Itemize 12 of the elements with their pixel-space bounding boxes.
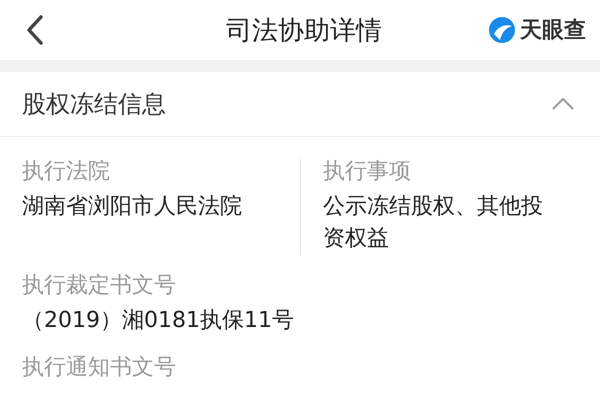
- logo-text: 天眼查: [520, 17, 586, 45]
- chevron-icon: [552, 98, 574, 110]
- back-icon: [26, 14, 44, 46]
- field-label: 执行法院: [22, 159, 111, 185]
- page-title: 司法协助详情: [226, 14, 382, 48]
- field-label: 执行通知书文号: [22, 355, 177, 381]
- field-label: 执行裁定书文号: [22, 273, 177, 299]
- field-label: 执行事项: [323, 159, 412, 185]
- field-value: 公示冻结股权、其他投资权益: [323, 193, 544, 253]
- section-title: 股权冻结信息: [22, 89, 166, 120]
- field-value: 湖南省浏阳市人民法院: [22, 193, 243, 221]
- logo-icon: [488, 16, 516, 44]
